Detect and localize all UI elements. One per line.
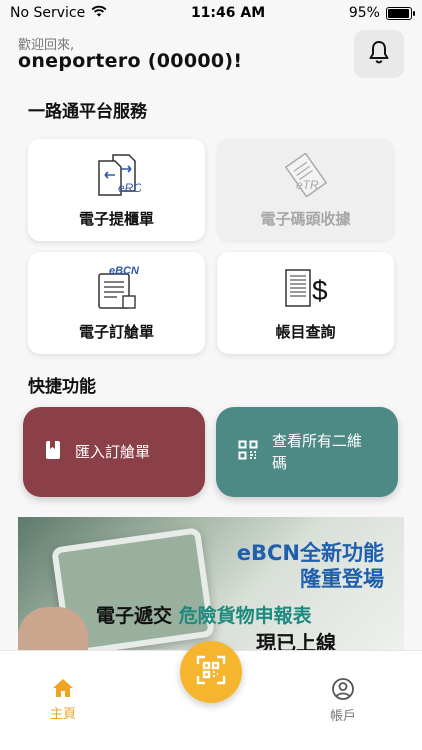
banner-feature-plain: 電子遞交 [96, 605, 179, 627]
clock-text: 11:46 AM [190, 5, 266, 21]
status-left: No Service [10, 5, 107, 21]
user-circle-icon [331, 677, 355, 705]
banner-online-text: 現已上線 [256, 631, 336, 650]
home-icon [51, 677, 75, 703]
username-text: oneportero (00000)! [18, 50, 243, 72]
banner-feature-accent: 危險貨物申報表 [178, 605, 312, 627]
service-label-ero: 電子提櫃單 [78, 210, 154, 228]
service-label-accounts: 帳目查詢 [275, 323, 336, 341]
quick-title: 快捷功能 [28, 377, 96, 397]
ero-icon-text: eRO [118, 181, 141, 195]
status-right: 95% [348, 5, 415, 21]
tab-home[interactable]: 主頁 [50, 677, 76, 722]
banner-hand-illustration [18, 607, 88, 650]
import-booking-button[interactable]: 匯入訂艙單 [23, 407, 205, 497]
services-title: 一路通平台服務 [28, 102, 147, 122]
account-statement-icon: $ [282, 266, 330, 314]
service-card-ebcn[interactable]: eBCN 電子訂艙單 [28, 252, 205, 354]
ebcn-icon-text: eBCN [109, 266, 140, 277]
service-card-ero[interactable]: eRO 電子提櫃單 [28, 139, 205, 241]
status-bar: No Service 11:46 AM 95% [0, 0, 422, 26]
service-label-ebcn: 電子訂艙單 [78, 323, 154, 341]
tab-home-label: 主頁 [50, 707, 77, 722]
promo-banner[interactable]: eBCN全新功能 隆重登場 電子遞交 危險貨物申報表 現已上線 [18, 517, 404, 650]
battery-fill [387, 8, 409, 18]
etr-document-icon: eTR [282, 152, 330, 201]
scan-qr-button[interactable] [180, 641, 242, 703]
service-card-accounts[interactable]: $ 帳目查詢 [217, 252, 394, 354]
view-all-qr-button[interactable]: 查看所有二維 碼 [216, 407, 398, 497]
wifi-icon [91, 5, 107, 21]
banner-feature-text: 電子遞交 危險貨物申報表 [96, 601, 312, 628]
ero-document-icon: eRO [93, 153, 142, 201]
notification-button[interactable] [354, 30, 404, 78]
bookmark-icon [45, 440, 61, 464]
qr-code-icon [238, 440, 258, 464]
service-label-etr: 電子碼頭收據 [260, 210, 351, 228]
carrier-text: No Service [10, 5, 86, 21]
view-all-qr-label-line1: 查看所有二維 [272, 432, 363, 450]
dollar-icon-text: $ [312, 275, 328, 306]
battery-icon [385, 6, 415, 20]
import-booking-label: 匯入訂艙單 [75, 443, 151, 461]
tab-account[interactable]: 帳戶 [330, 677, 356, 724]
etr-icon-text: eTR [296, 178, 319, 192]
bell-icon [368, 40, 390, 68]
bottom-tab-bar: 主頁 帳戶 [0, 641, 422, 750]
qr-scan-icon [196, 655, 226, 689]
tab-account-label: 帳戶 [330, 709, 357, 724]
view-all-qr-label-line2: 碼 [272, 454, 288, 472]
service-card-etr[interactable]: eTR 電子碼頭收據 [217, 139, 394, 241]
battery-percent: 95% [348, 5, 380, 21]
banner-subheadline: 隆重登場 [300, 567, 384, 591]
view-all-qr-label: 查看所有二維 碼 [272, 430, 362, 474]
ebcn-document-icon: eBCN [93, 265, 141, 316]
